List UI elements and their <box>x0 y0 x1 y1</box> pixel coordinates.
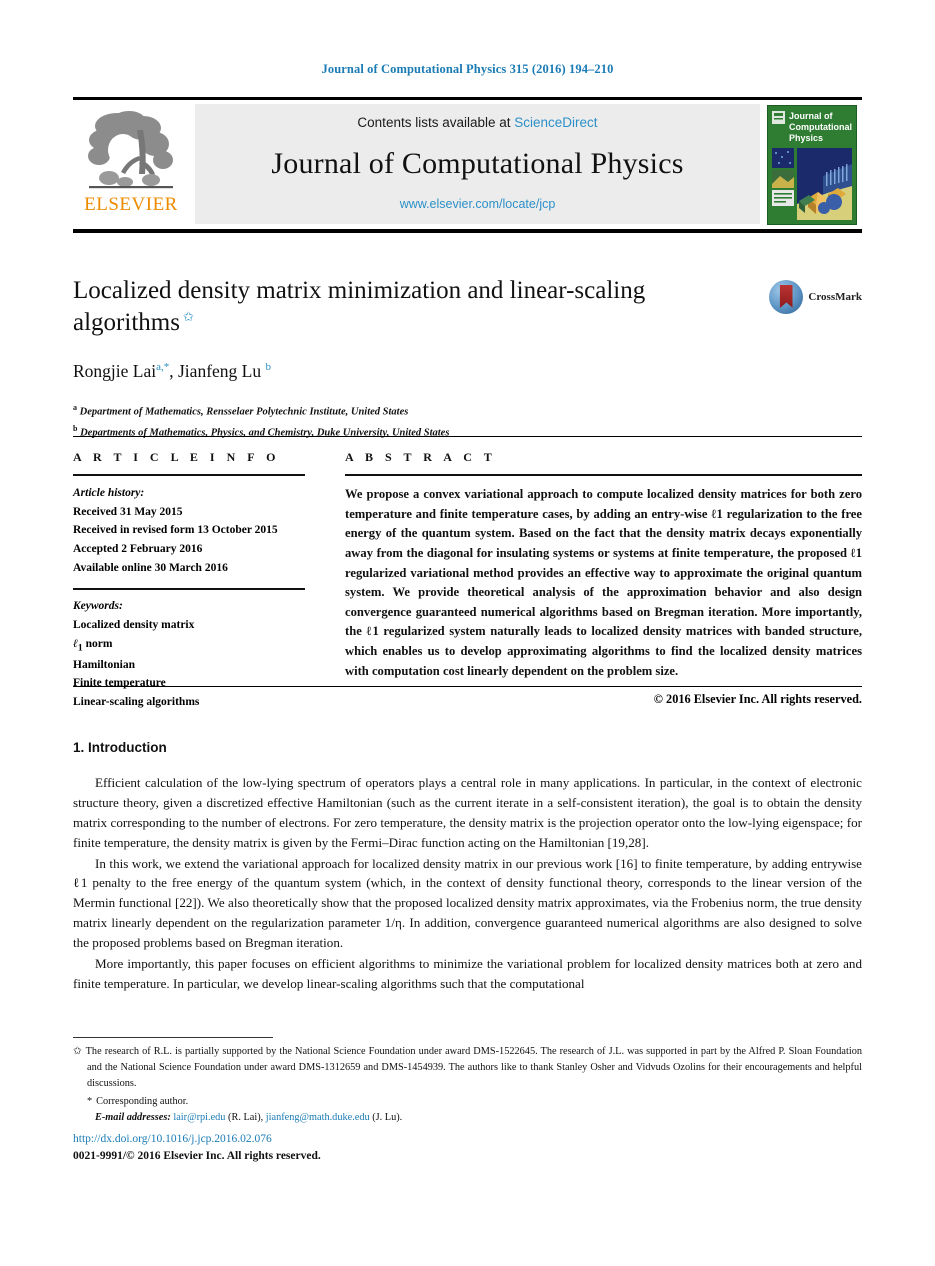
elsevier-logo: ELSEVIER <box>73 100 189 229</box>
contents-prefix: Contents lists available at <box>357 115 511 130</box>
title-block: Localized density matrix minimization an… <box>73 275 862 440</box>
article-history-label: Article history: <box>73 487 145 499</box>
elsevier-wordmark: ELSEVIER <box>84 194 178 215</box>
paper-title-text: Localized density matrix minimization an… <box>73 277 646 336</box>
keyword-item: ℓ1 norm <box>73 635 305 656</box>
abstract-copyright: © 2016 Elsevier Inc. All rights reserved… <box>653 692 862 707</box>
affiliation-a: a Department of Mathematics, Rensselaer … <box>73 402 862 420</box>
footnote-asterisk-marker: * <box>87 1095 93 1107</box>
keyword-l1-rest: norm <box>82 637 113 650</box>
journal-cover-thumbnail: Journal of Computational Physics <box>767 104 857 225</box>
contents-available-line: Contents lists available at ScienceDirec… <box>357 115 597 130</box>
masthead-center-panel: Contents lists available at ScienceDirec… <box>195 104 760 224</box>
journal-cover-art: Journal of Computational Physics <box>768 105 856 224</box>
article-info-heading: A R T I C L E I N F O <box>73 450 280 464</box>
history-online: Available online 30 March 2016 <box>73 561 228 574</box>
email-addresses-label: E-mail addresses: <box>95 1111 171 1123</box>
affiliation-b: b Departments of Mathematics, Physics, a… <box>73 423 862 441</box>
footnote-star-marker: ✩ <box>73 1046 82 1057</box>
svg-text:Physics: Physics <box>789 133 823 143</box>
footnote-corresponding-text: Corresponding author. <box>96 1095 189 1107</box>
email-owner-1: (R. Lai), <box>228 1111 264 1123</box>
journal-title: Journal of Computational Physics <box>271 146 684 180</box>
crossmark-icon <box>769 280 804 314</box>
sciencedirect-link[interactable]: ScienceDirect <box>514 115 597 130</box>
footnote-block: ✩ The research of R.L. is partially suppo… <box>73 1044 862 1126</box>
svg-text:Journal of: Journal of <box>789 111 834 121</box>
author-sup-2[interactable]: b <box>265 361 271 373</box>
affiliation-marker-b: b <box>73 423 78 433</box>
abstract-text: We propose a convex variational approach… <box>345 487 862 678</box>
body-column: 1. Introduction Efficient calculation of… <box>73 740 862 994</box>
title-footnote-star[interactable]: ✩ <box>183 309 194 324</box>
footnote-rule <box>73 1037 273 1038</box>
paper-page: Journal of Computational Physics 315 (20… <box>0 0 935 1266</box>
rule-above-article-info <box>73 436 862 437</box>
issn-copyright-line: 0021-9991/© 2016 Elsevier Inc. All right… <box>73 1149 321 1162</box>
body-paragraph: Efficient calculation of the low-lying s… <box>73 775 862 850</box>
journal-homepage-link[interactable]: www.elsevier.com/locate/jcp <box>400 197 556 211</box>
footnote-corresponding: * Corresponding author. <box>73 1094 862 1110</box>
article-info-divider <box>73 474 305 476</box>
body-paragraph: In this work, we extend the variational … <box>73 855 862 951</box>
author-list: Rongjie Laia,*, Jianfeng Lu b <box>73 361 271 381</box>
keyword-item: Localized density matrix <box>73 619 195 632</box>
affiliation-text-a: Department of Mathematics, Rensselaer Po… <box>79 406 409 418</box>
history-accepted: Accepted 2 February 2016 <box>73 543 203 556</box>
email-link-2[interactable]: jianfeng@math.duke.edu <box>266 1112 370 1123</box>
footnote-emails: E-mail addresses: lair@rpi.edu (R. Lai),… <box>73 1110 862 1126</box>
abstract-heading: A B S T R A C T <box>345 450 497 464</box>
affiliation-marker-a: a <box>73 403 77 412</box>
author-name-2[interactable]: Jianfeng Lu <box>178 361 261 381</box>
keywords-label: Keywords: <box>73 600 123 613</box>
history-received: Received 31 May 2015 <box>73 505 183 518</box>
journal-cover-container: Journal of Computational Physics <box>766 100 862 229</box>
footer-block: http://dx.doi.org/10.1016/j.jcp.2016.02.… <box>73 1131 862 1164</box>
keywords-divider <box>73 588 305 591</box>
body-paragraph: More importantly, this paper focuses on … <box>73 956 862 991</box>
article-info-column: A R T I C L E I N F O Article history: R… <box>73 450 305 711</box>
page-title: Localized density matrix minimization an… <box>73 275 713 339</box>
crossmark-badge[interactable]: CrossMark <box>769 280 862 314</box>
keyword-item: Linear-scaling algorithms <box>73 695 200 708</box>
running-head: Journal of Computational Physics 315 (20… <box>321 62 614 76</box>
keyword-item: Finite temperature <box>73 677 166 690</box>
crossmark-label: CrossMark <box>808 291 862 303</box>
author-name-1[interactable]: Rongjie Lai <box>73 361 156 381</box>
elsevier-tree-icon <box>88 111 173 189</box>
email-link-1[interactable]: lair@rpi.edu <box>173 1112 225 1123</box>
abstract-divider <box>345 474 862 476</box>
svg-text:Computational: Computational <box>789 122 852 132</box>
section-heading-introduction: 1. Introduction <box>73 740 167 755</box>
affiliation-list: a Department of Mathematics, Rensselaer … <box>73 402 862 440</box>
abstract-column: A B S T R A C T We propose a convex vari… <box>345 450 862 707</box>
keyword-item: Hamiltonian <box>73 658 135 671</box>
journal-masthead: ELSEVIER Contents lists available at Sci… <box>73 97 862 233</box>
email-owner-2: (J. Lu). <box>372 1111 403 1123</box>
author-sup-1[interactable]: a,* <box>156 361 169 373</box>
doi-link[interactable]: http://dx.doi.org/10.1016/j.jcp.2016.02.… <box>73 1131 862 1148</box>
footnote-funding: ✩ The research of R.L. is partially suppo… <box>73 1044 862 1092</box>
crossmark-ribbon-icon <box>779 285 793 308</box>
history-revised: Received in revised form 13 October 2015 <box>73 524 278 537</box>
footnote-funding-text: The research of R.L. is partially suppor… <box>85 1046 862 1089</box>
